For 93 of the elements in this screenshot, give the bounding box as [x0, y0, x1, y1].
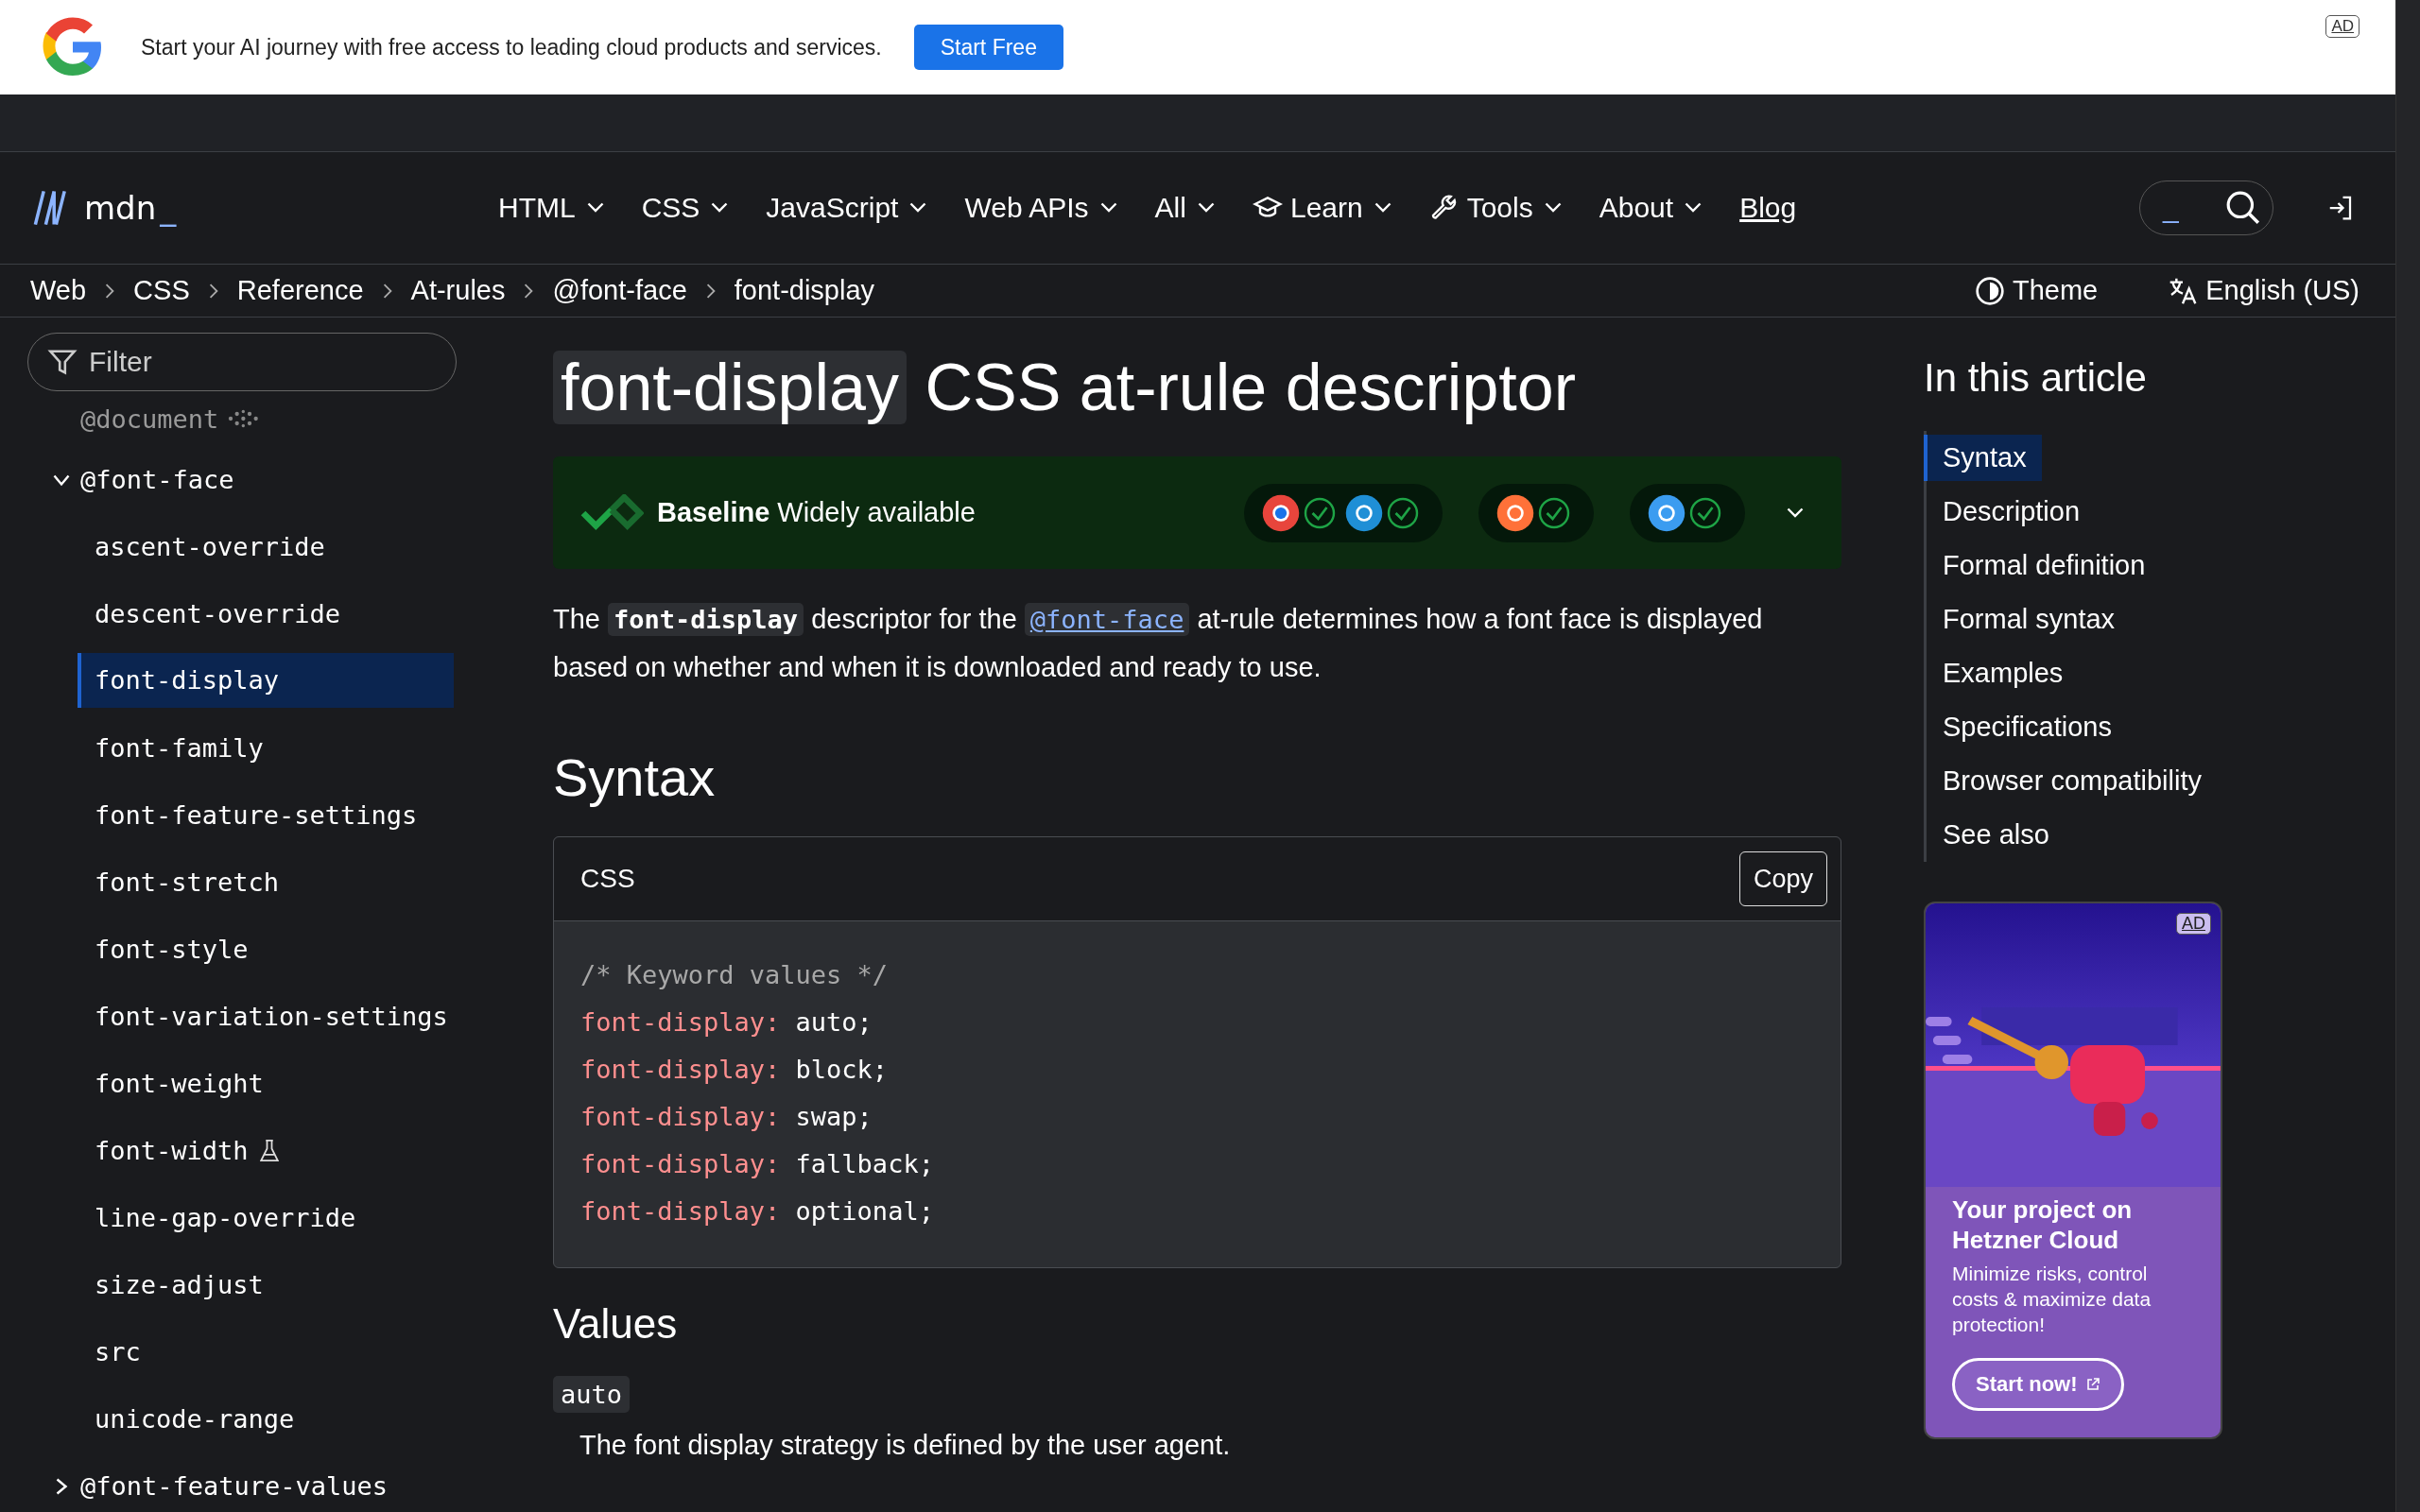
toc-link[interactable]: Syntax	[1924, 435, 2042, 481]
sidebar-item[interactable]: font-display	[78, 653, 454, 708]
toc-heading: In this article	[1924, 354, 2148, 402]
chevron-down-icon	[1099, 202, 1117, 214]
sidebar-item[interactable]: @document	[80, 404, 219, 434]
baseline-check-icon	[579, 493, 644, 532]
ad-badge: AD	[2176, 913, 2211, 935]
search-icon[interactable]	[2225, 190, 2261, 226]
breadcrumb-link[interactable]: Web	[30, 275, 87, 306]
browser-icon	[1261, 492, 1301, 533]
ad-badge: AD	[2325, 15, 2360, 38]
nav-menu[interactable]: JavaScript	[766, 188, 927, 228]
chevron-down-icon	[586, 202, 604, 214]
chevron-down-icon	[909, 202, 927, 214]
sidebar-item[interactable]: line-gap-override	[95, 1203, 356, 1232]
sidebar-item[interactable]: descent-override	[95, 599, 341, 628]
at-rule-link[interactable]: @font-face	[1024, 603, 1190, 636]
breadcrumb-separator-icon	[382, 283, 392, 299]
section-heading: Syntax	[553, 747, 717, 809]
language-button[interactable]: English (US)	[2162, 274, 2365, 307]
browser-icon	[1647, 492, 1686, 533]
sidebar-item[interactable]: ascent-override	[95, 532, 325, 561]
nav-menu[interactable]: Learn	[1252, 188, 1392, 228]
code-line: font-display: block;	[580, 1054, 890, 1086]
breadcrumb-link[interactable]: @font-face	[552, 275, 687, 306]
breadcrumb-separator-icon	[208, 283, 218, 299]
code-language: CSS	[580, 864, 635, 894]
sidebar-item[interactable]: @font-face	[80, 465, 234, 494]
nav-menu[interactable]: All	[1154, 188, 1215, 228]
sidebar-item[interactable]: font-style	[95, 935, 249, 964]
sidebar-item[interactable]: unicode-range	[95, 1404, 295, 1434]
sidebar-item[interactable]: @font-feature-values	[80, 1471, 389, 1501]
toc-link[interactable]: Formal syntax	[1924, 596, 2131, 643]
contrast-icon	[1974, 275, 2005, 306]
toc-link[interactable]: Formal definition	[1924, 542, 2161, 589]
ad-headline: Your project on Hetzner Cloud	[1952, 1194, 2134, 1255]
value-description: The font display strategy is defined by the user agent.	[579, 1430, 1232, 1461]
toc-link[interactable]: Browser compatibility	[1924, 758, 2217, 804]
toc-link[interactable]: Description	[1924, 489, 2096, 535]
start-now-button[interactable]: Start now!	[1952, 1358, 2124, 1411]
nav-menu[interactable]: Tools	[1428, 188, 1562, 228]
baseline-status: Baseline Widely available	[657, 497, 976, 528]
breadcrumb-link[interactable]: Reference	[236, 275, 364, 306]
chevron-down-icon	[1197, 202, 1215, 214]
code-line: font-display: fallback;	[580, 1148, 935, 1180]
external-link-icon	[2084, 1377, 2100, 1392]
ad-body: Minimize risks, control costs & maximize data protection!	[1952, 1262, 2152, 1337]
value-term: auto	[553, 1376, 631, 1413]
chevron-down-icon	[1544, 202, 1562, 214]
code-line: font-display: swap;	[580, 1101, 873, 1133]
code-line: font-display: optional;	[580, 1195, 935, 1228]
page-title: font-display CSS at-rule descriptor	[553, 343, 1841, 433]
chevron-down-icon	[711, 202, 729, 214]
logo-text[interactable]: mdn_	[84, 189, 177, 227]
breadcrumb-separator-icon	[524, 283, 534, 299]
sidebar-item[interactable]: font-family	[95, 733, 264, 763]
breadcrumb-link[interactable]: font-display	[734, 275, 875, 306]
breadcrumb-separator-icon	[705, 283, 716, 299]
sidebar-item[interactable]: font-width	[95, 1136, 249, 1165]
start-free-button[interactable]: Start Free	[913, 25, 1063, 70]
flask-icon	[259, 1138, 279, 1163]
expand-chevron-icon[interactable]	[1787, 507, 1804, 519]
ad-card[interactable]: AD Your project on Hetzner Cloud Minimize risks, control costs & maximize data protection! Start now!	[1924, 902, 2222, 1439]
chevron-down-icon	[1374, 202, 1392, 214]
toc-link[interactable]: Examples	[1924, 650, 2079, 696]
nav-menu[interactable]: About	[1599, 188, 1703, 228]
browser-icon	[1495, 492, 1535, 533]
nav-menu[interactable]: HTML	[498, 188, 604, 228]
toc-link[interactable]: See also	[1924, 812, 2065, 858]
breadcrumb-link[interactable]: At-rules	[410, 275, 506, 306]
intro-paragraph: The font-display descriptor for the @font-face at-rule determines how a font face is displayed based on whether and when it is downloaded and ready to use.	[553, 602, 1764, 684]
copy-button[interactable]: Copy	[1738, 851, 1827, 906]
code-line: font-display: auto;	[580, 1006, 873, 1039]
nav-link[interactable]: Blog	[1739, 192, 1797, 224]
sidebar-item[interactable]: font-variation-settings	[95, 1002, 448, 1031]
code-line: /* Keyword values */	[580, 959, 890, 991]
chevron-down-icon	[1685, 202, 1703, 214]
sidebar-item[interactable]: font-stretch	[95, 868, 280, 897]
nav-menu[interactable]: CSS	[641, 188, 729, 228]
filter-field[interactable]: Filter	[27, 333, 457, 391]
theme-button[interactable]: Theme	[1968, 274, 2104, 307]
scrollbar[interactable]	[2395, 0, 2420, 1512]
browser-icon	[1344, 492, 1384, 533]
sidebar-item[interactable]: font-feature-settings	[95, 800, 418, 830]
sidebar-item[interactable]: size-adjust	[95, 1270, 264, 1299]
breadcrumb-link[interactable]: CSS	[133, 275, 190, 306]
section-heading: Values	[553, 1299, 679, 1349]
nav-menu[interactable]: Web APIs	[964, 188, 1117, 228]
toc-link[interactable]: Specifications	[1924, 704, 2127, 750]
breadcrumb-separator-icon	[105, 283, 115, 299]
banner-text: Start your AI journey with free access to leading cloud products and services.	[141, 34, 882, 60]
sidebar-item[interactable]: font-weight	[95, 1069, 264, 1098]
sidebar-item[interactable]: src	[95, 1337, 141, 1366]
